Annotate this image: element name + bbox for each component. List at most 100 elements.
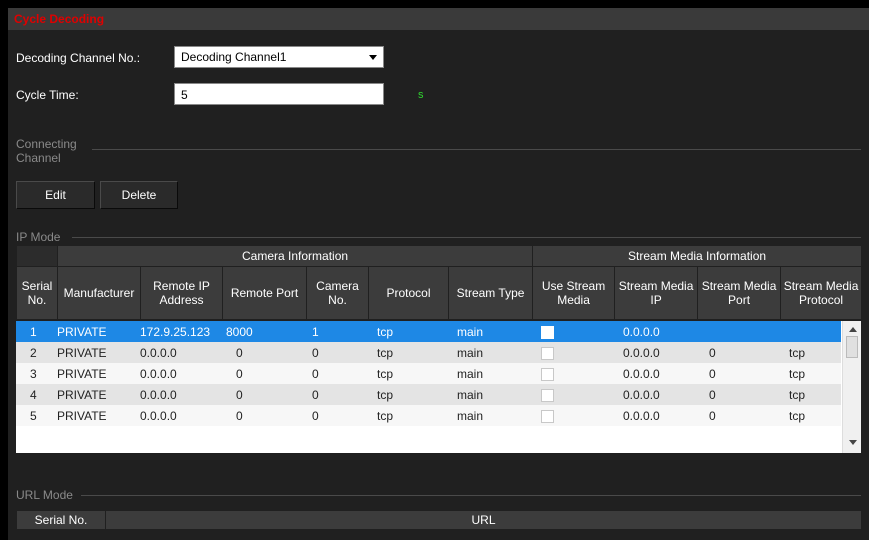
cell-manufacturer: PRIVATE: [57, 342, 140, 363]
scroll-down-icon[interactable]: [849, 440, 857, 445]
cell-use-stream-media: [532, 405, 614, 426]
cell-serial: 2: [16, 342, 57, 363]
connecting-channel-label: Connecting Channel: [16, 137, 77, 165]
cell-protocol: tcp: [368, 363, 448, 384]
vertical-scrollbar[interactable]: [842, 321, 861, 453]
url-mode-label: URL Mode: [16, 488, 73, 502]
cell-use-stream-media: [532, 342, 614, 363]
use-stream-media-checkbox[interactable]: [541, 346, 554, 360]
cell-camera-no: 1: [306, 321, 368, 342]
cell-stream-media-protocol: tcp: [780, 405, 841, 426]
col-remote-port: Remote Port: [222, 266, 307, 320]
cell-remote-port: 0: [222, 342, 306, 363]
col-stream-media-protocol: Stream Media Protocol: [780, 266, 863, 320]
cell-remote-port: 0: [222, 405, 306, 426]
use-stream-media-checkbox[interactable]: [541, 325, 554, 339]
cell-stream-media-protocol: [780, 321, 841, 342]
table-row[interactable]: 4 PRIVATE 0.0.0.0 0 0 tcp main 0.0.0.0 0…: [16, 384, 841, 405]
cycle-decoding-panel: Cycle Decoding Decoding Channel No.: Dec…: [8, 8, 869, 540]
scroll-up-icon[interactable]: [849, 327, 857, 332]
use-stream-media-checkbox[interactable]: [541, 409, 554, 423]
col-camera-no: Camera No.: [306, 266, 369, 320]
chevron-down-icon: [369, 55, 377, 60]
col-remote-ip: Remote IP Address: [140, 266, 223, 320]
cell-camera-no: 0: [306, 363, 368, 384]
col-url: URL: [105, 510, 862, 530]
col-url-serial-no: Serial No.: [16, 510, 106, 530]
col-manufacturer: Manufacturer: [57, 266, 141, 320]
col-stream-media-ip: Stream Media IP: [614, 266, 699, 320]
delete-button[interactable]: Delete: [100, 181, 178, 209]
section-divider: [72, 237, 861, 238]
cell-remote-ip: 0.0.0.0: [140, 342, 222, 363]
decoding-channel-label: Decoding Channel No.:: [16, 51, 141, 65]
cell-stream-media-port: 0: [697, 405, 780, 426]
col-use-stream-media: Use Stream Media: [532, 266, 616, 320]
table-row[interactable]: 2 PRIVATE 0.0.0.0 0 0 tcp main 0.0.0.0 0…: [16, 342, 841, 363]
cell-remote-ip: 0.0.0.0: [140, 384, 222, 405]
cell-use-stream-media: [532, 363, 614, 384]
title-bar: Cycle Decoding: [8, 8, 869, 30]
cell-remote-ip: 172.9.25.123: [140, 321, 222, 342]
cell-remote-ip: 0.0.0.0: [140, 363, 222, 384]
cell-remote-port: 8000: [222, 321, 306, 342]
cell-stream-media-ip: 0.0.0.0: [614, 363, 697, 384]
cell-protocol: tcp: [368, 342, 448, 363]
cell-stream-media-port: 0: [697, 342, 780, 363]
cell-serial: 1: [16, 321, 57, 342]
cell-stream-media-ip: 0.0.0.0: [614, 384, 697, 405]
cell-serial: 5: [16, 405, 57, 426]
cycle-time-value: 5: [181, 88, 188, 102]
ip-mode-label: IP Mode: [16, 230, 61, 244]
url-mode-table-header: Serial No. URL: [16, 510, 862, 530]
cell-stream-media-port: 0: [697, 384, 780, 405]
page-title: Cycle Decoding: [14, 12, 105, 26]
connecting-channel-label-line1: Connecting: [16, 137, 77, 151]
cell-camera-no: 0: [306, 342, 368, 363]
use-stream-media-checkbox[interactable]: [541, 388, 554, 402]
edit-button[interactable]: Edit: [16, 181, 95, 209]
camera-information-header: Camera Information: [56, 245, 534, 267]
decoding-channel-value: Decoding Channel1: [181, 50, 287, 64]
cell-stream-media-ip: 0.0.0.0: [614, 405, 697, 426]
scroll-thumb[interactable]: [846, 336, 858, 358]
cell-remote-port: 0: [222, 363, 306, 384]
table-row[interactable]: 5 PRIVATE 0.0.0.0 0 0 tcp main 0.0.0.0 0…: [16, 405, 841, 426]
cell-remote-port: 0: [222, 384, 306, 405]
cell-stream-type: main: [448, 384, 532, 405]
cell-stream-media-port: 0: [697, 363, 780, 384]
cell-protocol: tcp: [368, 384, 448, 405]
col-stream-type: Stream Type: [447, 266, 534, 320]
cell-protocol: tcp: [368, 321, 448, 342]
cell-stream-type: main: [448, 405, 532, 426]
col-protocol: Protocol: [368, 266, 449, 320]
ip-mode-table-body: 1 PRIVATE 172.9.25.123 8000 1 tcp main 0…: [16, 321, 861, 453]
cell-stream-media-protocol: tcp: [780, 384, 841, 405]
cycle-time-label: Cycle Time:: [16, 88, 79, 102]
cell-manufacturer: PRIVATE: [57, 321, 140, 342]
cell-manufacturer: PRIVATE: [57, 363, 140, 384]
decoding-channel-select[interactable]: Decoding Channel1: [174, 46, 384, 68]
cell-stream-type: main: [448, 342, 532, 363]
col-serial-no: Serial No.: [16, 266, 58, 320]
cell-manufacturer: PRIVATE: [57, 405, 140, 426]
cell-camera-no: 0: [306, 384, 368, 405]
cell-use-stream-media: [532, 384, 614, 405]
col-stream-media-port: Stream Media Port: [697, 266, 782, 320]
ip-mode-table-header: Camera Information Stream Media Informat…: [16, 245, 863, 320]
cycle-time-input[interactable]: 5: [174, 83, 384, 105]
header-spacer: [16, 245, 58, 267]
table-row[interactable]: 3 PRIVATE 0.0.0.0 0 0 tcp main 0.0.0.0 0…: [16, 363, 841, 384]
cell-use-stream-media: [532, 321, 614, 342]
cell-stream-media-protocol: tcp: [780, 342, 841, 363]
use-stream-media-checkbox[interactable]: [541, 367, 554, 381]
table-row[interactable]: 1 PRIVATE 172.9.25.123 8000 1 tcp main 0…: [16, 321, 841, 342]
stream-media-information-header: Stream Media Information: [532, 245, 863, 267]
cell-stream-media-protocol: tcp: [780, 363, 841, 384]
cell-stream-media-ip: 0.0.0.0: [614, 321, 697, 342]
cell-manufacturer: PRIVATE: [57, 384, 140, 405]
cell-stream-type: main: [448, 321, 532, 342]
cell-stream-type: main: [448, 363, 532, 384]
cycle-time-unit: s: [418, 89, 424, 101]
cell-serial: 3: [16, 363, 57, 384]
